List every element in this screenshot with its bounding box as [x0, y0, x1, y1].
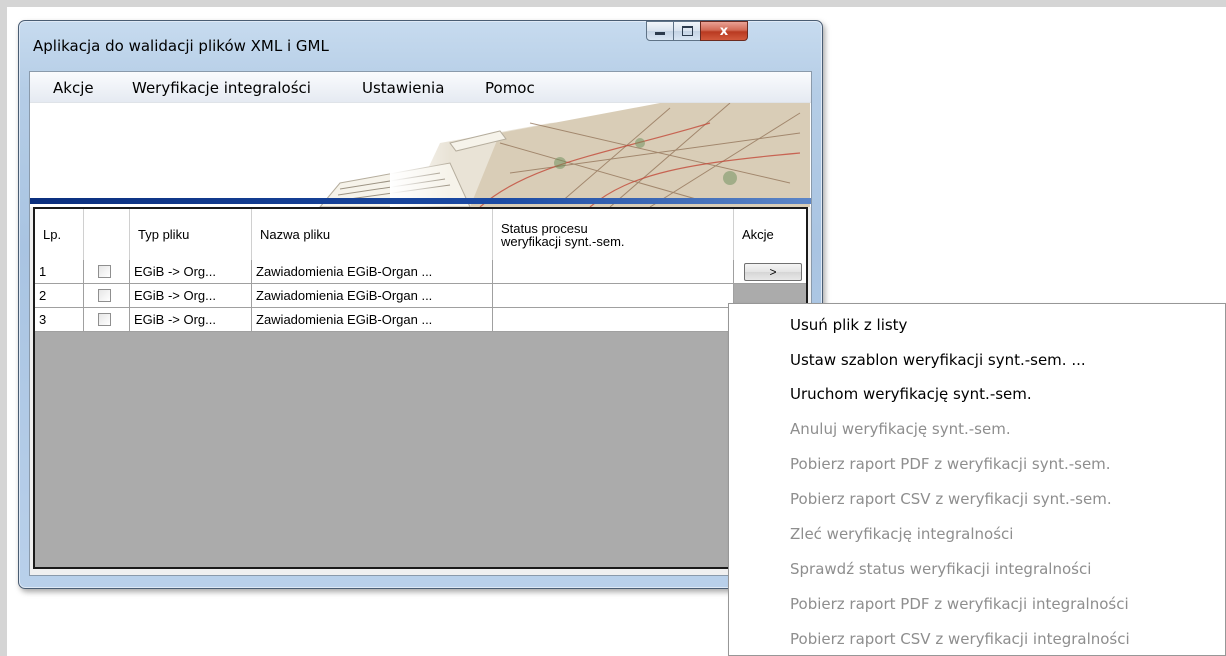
menu-ustawienia[interactable]: Ustawienia	[362, 79, 444, 97]
header-actions: Akcje	[742, 227, 774, 242]
window-title: Aplikacja do walidacji plików XML i GML	[33, 37, 329, 55]
minimize-icon	[655, 32, 665, 35]
banner-stripe	[30, 198, 811, 204]
maximize-button[interactable]	[673, 21, 701, 41]
chevron-right-icon: >	[769, 264, 777, 279]
cell-type: EGiB -> Org...	[130, 284, 252, 307]
app-window: Aplikacja do walidacji plików XML i GML …	[18, 20, 823, 589]
cell-check	[84, 308, 130, 331]
cell-status	[493, 284, 734, 307]
cell-lp: 2	[35, 284, 84, 307]
ctx-pdf-report-syntsem[interactable]: Pobierz raport PDF z weryfikacji synt.-s…	[790, 455, 1111, 473]
ctx-check-integrity-status[interactable]: Sprawdź status weryfikacji integralności	[790, 560, 1091, 578]
cell-check	[84, 284, 130, 307]
cell-status	[493, 308, 734, 331]
close-button[interactable]: x	[700, 21, 748, 41]
menu-akcje[interactable]: Akcje	[53, 79, 94, 97]
table-row[interactable]: 1 EGiB -> Org... Zawiadomienia EGiB-Orga…	[35, 260, 806, 284]
table-row[interactable]: 2 EGiB -> Org... Zawiadomienia EGiB-Orga…	[35, 284, 734, 308]
cell-status	[493, 260, 734, 283]
header-check	[84, 209, 130, 260]
header-status-line2: weryfikacji synt.-sem.	[501, 233, 625, 249]
header-type: Typ pliku	[130, 209, 252, 260]
ctx-set-template[interactable]: Ustaw szablon weryfikacji synt.-sem. ...	[790, 351, 1086, 369]
cell-type: EGiB -> Org...	[130, 308, 252, 331]
client-area: Akcje Weryfikacje integralości Ustawieni…	[29, 71, 812, 576]
ctx-run-verification[interactable]: Uruchom weryfikację synt.-sem.	[790, 385, 1032, 403]
menu-weryfikacje[interactable]: Weryfikacje integralości	[132, 79, 311, 97]
menu-pomoc[interactable]: Pomoc	[485, 79, 535, 97]
ctx-order-integrity[interactable]: Zleć weryfikację integralności	[790, 525, 1013, 543]
cell-check	[84, 260, 130, 283]
ctx-csv-report-integrity[interactable]: Pobierz raport CSV z weryfikacji integra…	[790, 630, 1130, 648]
grid-header: Lp. Typ pliku Nazwa pliku Status procesu…	[35, 209, 806, 261]
header-status: Status procesu weryfikacji synt.-sem.	[493, 209, 734, 260]
ctx-remove-file[interactable]: Usuń plik z listy	[790, 316, 907, 334]
close-icon: x	[719, 23, 729, 39]
cell-actions: >	[734, 260, 806, 283]
ctx-csv-report-syntsem[interactable]: Pobierz raport CSV z weryfikacji synt.-s…	[790, 490, 1112, 508]
header-lp: Lp.	[35, 209, 84, 260]
cell-lp: 1	[35, 260, 84, 283]
cell-lp: 3	[35, 308, 84, 331]
ctx-pdf-report-integrity[interactable]: Pobierz raport PDF z weryfikacji integra…	[790, 595, 1129, 613]
header-name: Nazwa pliku	[252, 209, 493, 260]
row-checkbox[interactable]	[98, 289, 111, 302]
cell-type: EGiB -> Org...	[130, 260, 252, 283]
ctx-cancel-verification[interactable]: Anuluj weryfikację synt.-sem.	[790, 420, 1011, 438]
row-checkbox[interactable]	[98, 313, 111, 326]
table-row[interactable]: 3 EGiB -> Org... Zawiadomienia EGiB-Orga…	[35, 308, 734, 332]
cell-name: Zawiadomienia EGiB-Organ ...	[252, 284, 493, 307]
map-banner-illustration	[319, 103, 810, 207]
menu-bar: Akcje Weryfikacje integralości Ustawieni…	[30, 72, 811, 103]
row-checkbox[interactable]	[98, 265, 111, 278]
minimize-button[interactable]	[646, 21, 674, 41]
maximize-icon	[681, 26, 693, 36]
row-actions-button[interactable]: >	[744, 262, 802, 281]
cell-name: Zawiadomienia EGiB-Organ ...	[252, 260, 493, 283]
files-grid: Lp. Typ pliku Nazwa pliku Status procesu…	[33, 207, 808, 569]
cell-name: Zawiadomienia EGiB-Organ ...	[252, 308, 493, 331]
context-menu: Usuń plik z listy Ustaw szablon weryfika…	[728, 303, 1226, 656]
header-status-line1: Status procesu	[501, 220, 588, 236]
banner	[30, 103, 811, 207]
